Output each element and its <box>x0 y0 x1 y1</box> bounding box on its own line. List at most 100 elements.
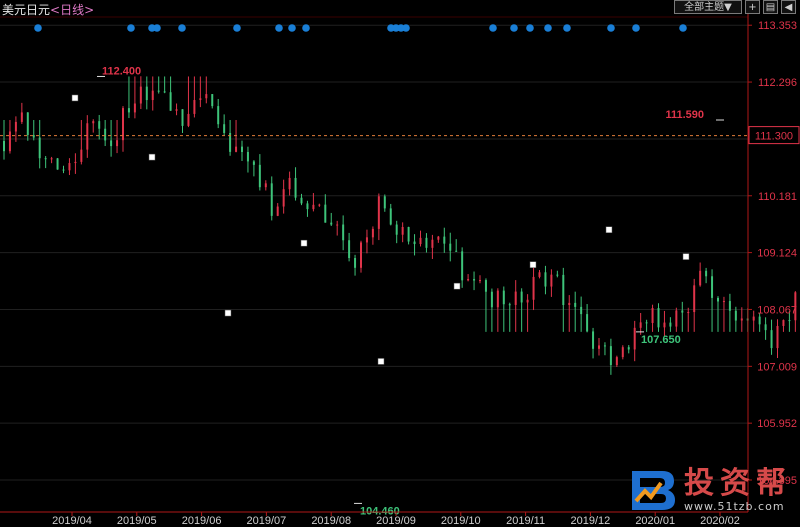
event-dot <box>489 24 497 32</box>
candle-body <box>758 316 761 325</box>
candle-body <box>782 320 785 326</box>
candle-body <box>264 183 267 188</box>
candle-body <box>252 161 255 165</box>
layout-icon[interactable]: ▤ <box>763 0 778 14</box>
candle-body <box>669 322 672 327</box>
candle-body <box>651 308 654 324</box>
candle-body <box>92 121 95 124</box>
add-icon[interactable]: + <box>745 0 760 14</box>
candle-body <box>288 177 291 190</box>
candle-body <box>342 224 345 241</box>
svg-text:111.300: 111.300 <box>755 131 793 143</box>
candle-body <box>383 196 386 209</box>
candle-body <box>675 310 678 327</box>
candle-body <box>455 250 458 252</box>
candle-body <box>574 302 577 307</box>
candle-body <box>44 158 47 160</box>
candle-body <box>360 242 362 268</box>
candle-body <box>145 86 148 101</box>
signal-marker <box>529 261 537 268</box>
candle-body <box>413 241 416 245</box>
candle-body <box>133 103 136 113</box>
candle-body <box>389 208 392 225</box>
candle-body <box>223 124 226 133</box>
candle-body <box>586 314 589 332</box>
x-tick-label: 2019/10 <box>441 515 481 527</box>
candle-body <box>56 158 59 170</box>
candle-body <box>645 322 648 324</box>
chart-toolbar: 全部主题▼ + ▤ ◀ <box>674 0 796 15</box>
annotation-label: 111.590 <box>665 109 704 121</box>
candle-body <box>639 322 642 328</box>
candle-body <box>294 177 297 198</box>
candle-body <box>633 327 636 350</box>
period-selector[interactable]: <日线> <box>50 3 94 17</box>
watermark-url: www.51tzb.com <box>684 499 785 513</box>
candle-body <box>270 183 273 216</box>
candle-body <box>514 291 517 305</box>
candle-body <box>8 131 11 152</box>
candle-body <box>484 280 487 292</box>
candle-body <box>615 357 618 366</box>
x-tick-label: 2019/07 <box>247 515 287 527</box>
theme-dropdown[interactable]: 全部主题▼ <box>674 0 742 14</box>
candle-body <box>443 236 446 244</box>
candle-body <box>473 279 476 281</box>
price-annotations: 112.400104.460107.650111.590 <box>97 65 724 517</box>
candle-body <box>705 270 708 277</box>
event-dot <box>288 24 296 32</box>
candle-body <box>116 140 119 147</box>
candle-body <box>32 135 35 138</box>
candle-body <box>693 285 696 313</box>
candle-body <box>544 272 547 287</box>
y-tick-label: 107.009 <box>757 361 797 373</box>
candle-body <box>127 108 130 113</box>
candle-body <box>74 161 77 164</box>
candle-body <box>621 347 624 358</box>
candle-body <box>734 310 737 321</box>
candle-body <box>520 291 523 303</box>
candle-body <box>598 345 600 349</box>
candle-body <box>348 240 351 259</box>
candle-body <box>580 306 583 315</box>
candle-body <box>241 146 243 152</box>
event-dot <box>607 24 615 32</box>
candle-body <box>663 322 666 328</box>
signal-marker <box>453 282 461 290</box>
event-dot <box>563 24 571 32</box>
signal-marker <box>224 309 232 317</box>
candle-body <box>163 91 166 93</box>
candle-body <box>80 149 83 162</box>
watermark-name: 投资帮 <box>684 465 792 501</box>
candle-body <box>235 146 238 152</box>
event-dot <box>275 24 283 32</box>
event-dot <box>233 24 241 32</box>
candle-body <box>110 140 113 147</box>
candle-body <box>538 272 541 277</box>
candle-body <box>490 291 493 308</box>
candle-body <box>419 237 422 245</box>
watermark: 投资帮 www.51tzb.com <box>628 467 792 513</box>
candle-body <box>139 86 142 104</box>
candle-body <box>336 224 339 226</box>
y-tick-label: 109.124 <box>757 248 797 260</box>
event-dot <box>632 24 640 32</box>
collapse-icon[interactable]: ◀ <box>781 0 796 14</box>
candle-body <box>562 274 565 306</box>
candle-body <box>508 304 511 306</box>
candle-body <box>26 112 29 136</box>
candle-body <box>681 310 684 313</box>
candle-body <box>50 158 53 160</box>
signal-marker <box>377 358 385 365</box>
chevron-down-icon: ▼ <box>724 2 732 13</box>
candle-body <box>104 128 107 141</box>
logo-icon <box>632 471 675 510</box>
candle-body <box>306 203 309 210</box>
candle-body <box>776 325 779 349</box>
event-dot <box>178 24 186 32</box>
event-dot <box>302 24 310 32</box>
candle-body <box>318 204 321 206</box>
candlestick-chart[interactable]: 112.400104.460107.650111.590 113.353112.… <box>0 0 800 527</box>
event-dot <box>153 24 161 32</box>
candle-body <box>728 301 731 311</box>
